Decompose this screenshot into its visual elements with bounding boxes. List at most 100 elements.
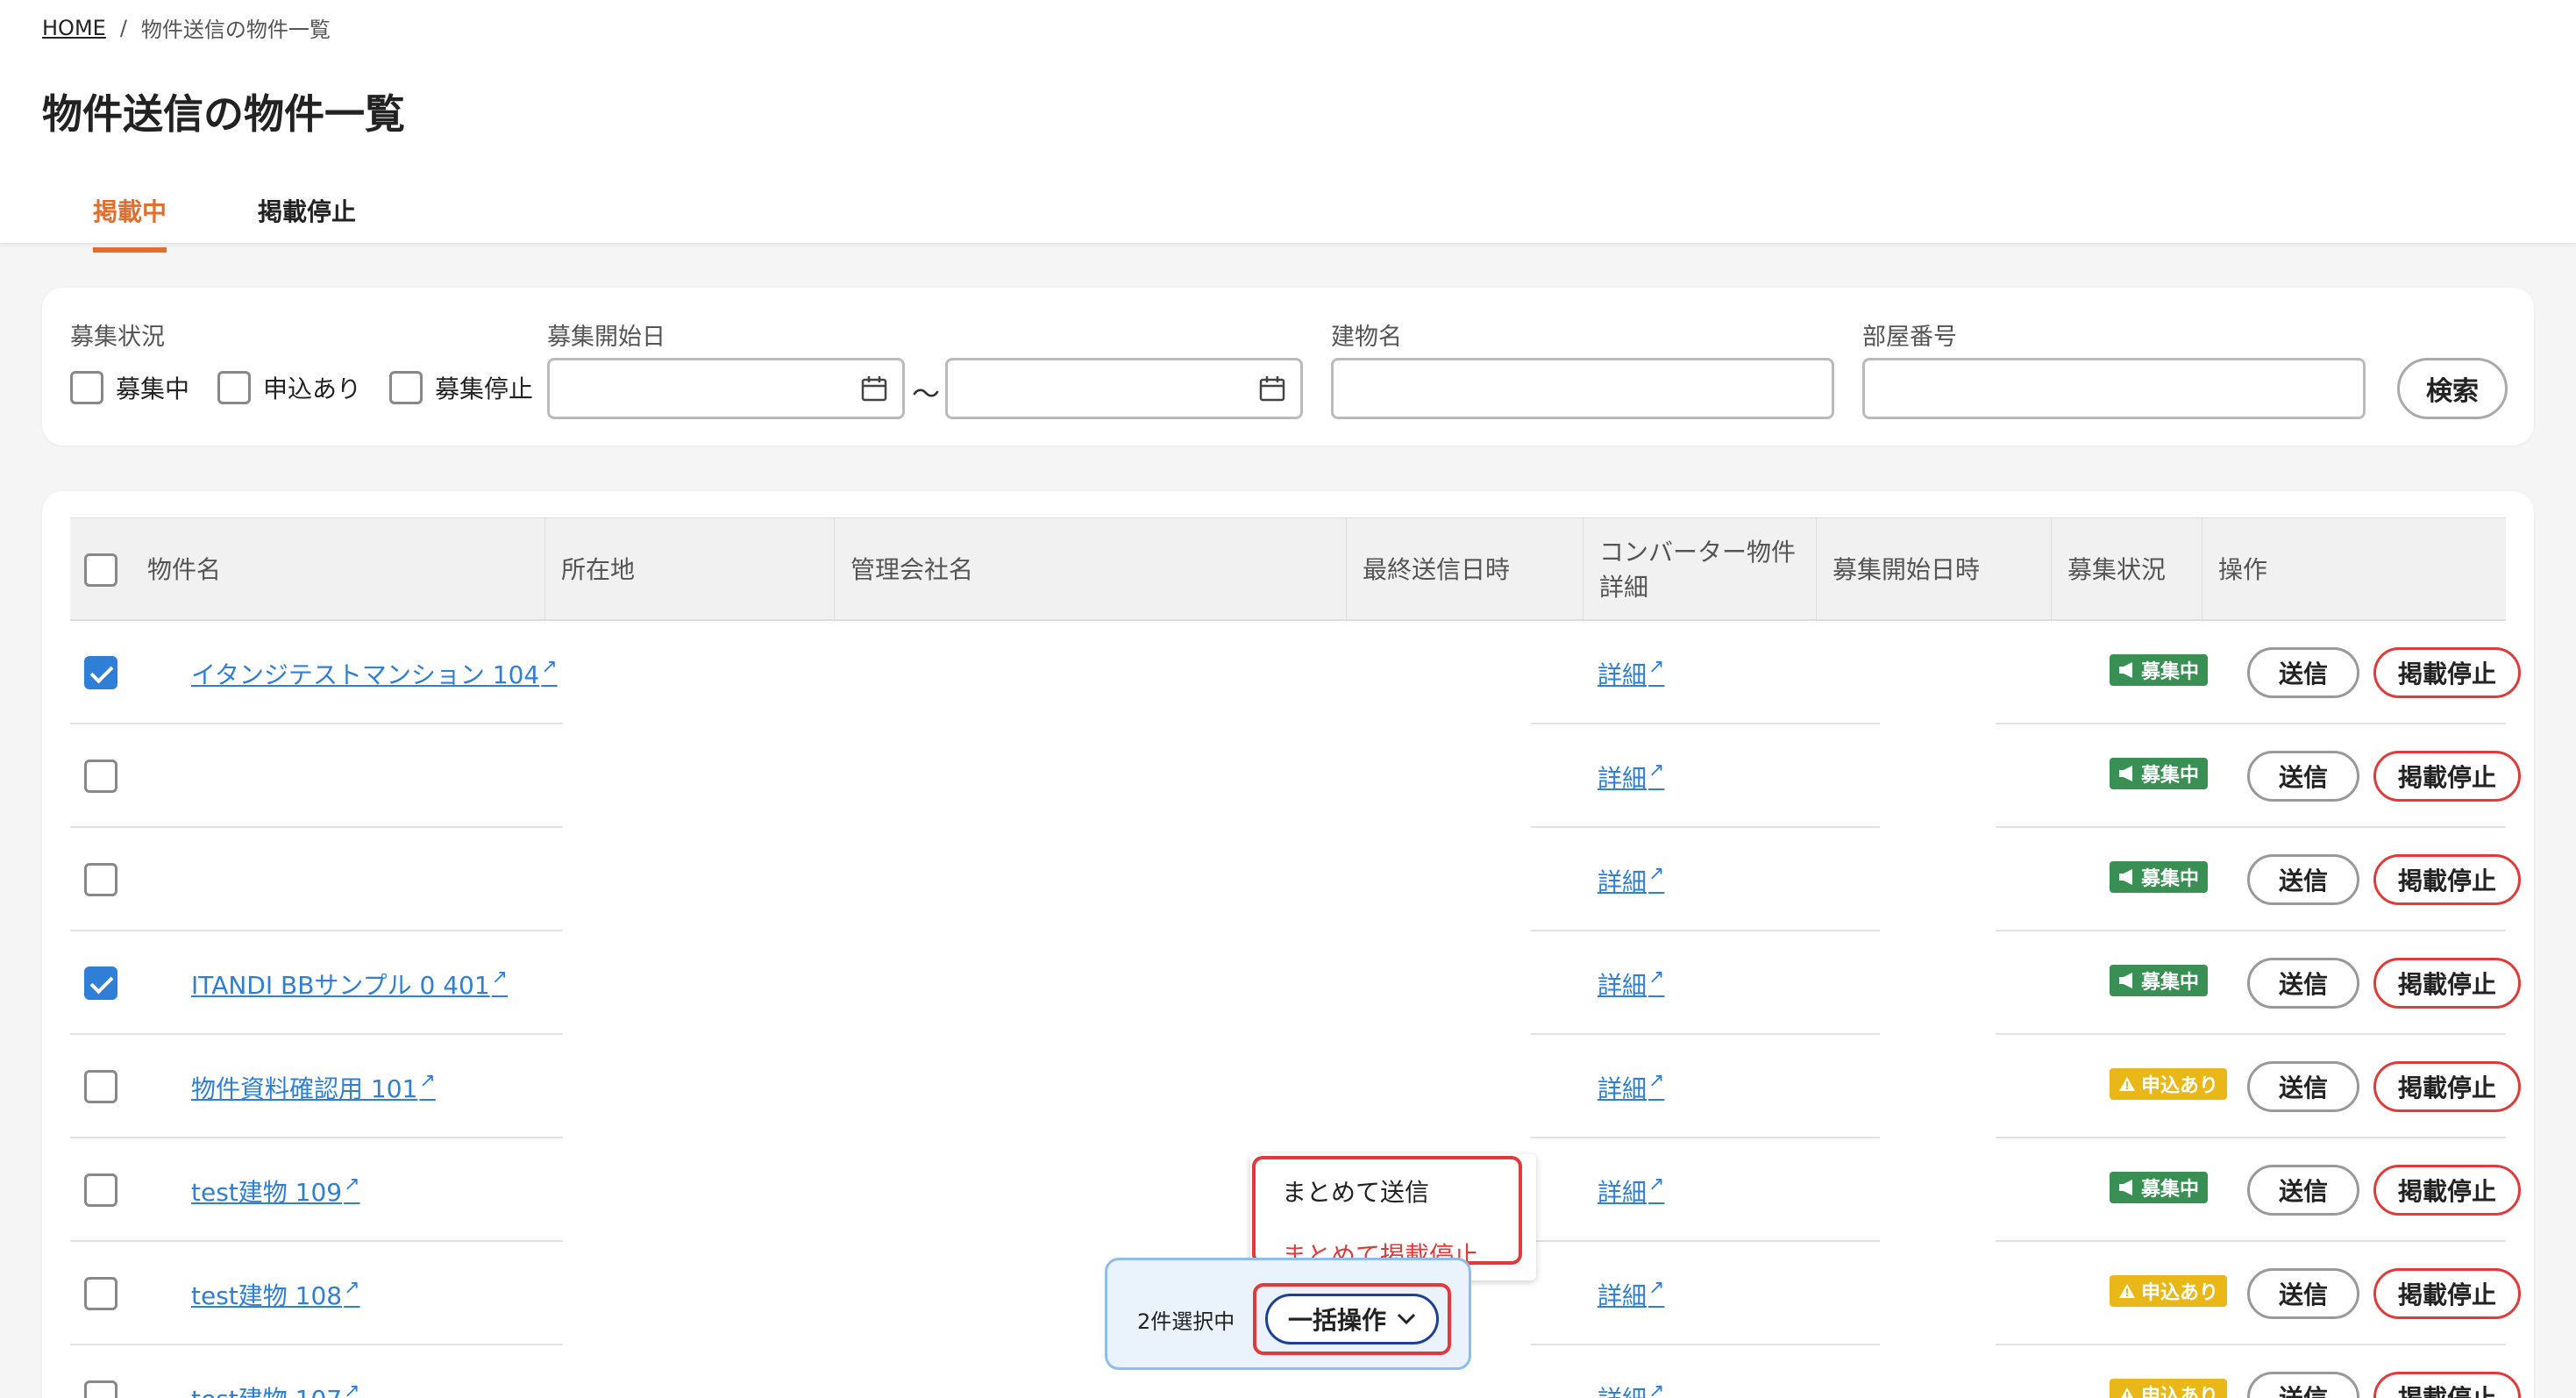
converter-detail-link[interactable]: 詳細↗ (1598, 966, 1664, 1002)
external-link-icon: ↗ (419, 1070, 436, 1092)
row-checkbox[interactable] (84, 1070, 117, 1103)
megaphone-icon (2119, 766, 2132, 781)
row-checkbox[interactable] (84, 1277, 117, 1310)
send-button[interactable]: 送信 (2247, 647, 2359, 698)
unpublish-button[interactable]: 掲載停止 (2373, 647, 2521, 698)
row-checkbox[interactable] (84, 1173, 117, 1207)
external-link-icon: ↗ (344, 1173, 360, 1195)
send-button[interactable]: 送信 (2247, 1372, 2359, 1398)
detail-text: 詳細 (1598, 971, 1647, 1000)
breadcrumb-home-link[interactable]: HOME (42, 16, 106, 40)
column-header-start-date: 募集開始日時 (1817, 518, 2052, 622)
property-name-link[interactable]: test建物 108↗ (191, 1277, 360, 1312)
converter-detail-link[interactable]: 詳細↗ (1598, 1070, 1664, 1105)
external-link-icon: ↗ (1648, 863, 1665, 885)
send-button[interactable]: 送信 (2247, 1165, 2359, 1216)
row-checkbox[interactable] (84, 760, 117, 793)
status-badge-text: 申込あり (2141, 1282, 2219, 1304)
room-number-input[interactable] (1862, 358, 2366, 419)
warning-icon (2119, 1284, 2135, 1298)
status-checkbox-group: 募集中 申込あり 募集停止 (70, 370, 549, 405)
status-option-recruiting[interactable]: 募集中 (70, 370, 189, 405)
column-header-management-company: 管理会社名 (835, 518, 1347, 622)
status-badge: 申込あり (2110, 1068, 2228, 1100)
property-name-text: test建物 109 (191, 1178, 343, 1207)
unpublish-button[interactable]: 掲載停止 (2373, 751, 2521, 802)
property-name-link[interactable]: test建物 109↗ (191, 1173, 360, 1209)
unpublish-button[interactable]: 掲載停止 (2373, 1061, 2521, 1112)
page-title: 物件送信の物件一覧 (42, 90, 405, 138)
start-date-from-input[interactable] (547, 358, 905, 419)
checkbox-label: 募集停止 (435, 374, 534, 403)
converter-detail-link[interactable]: 詳細↗ (1598, 863, 1664, 898)
status-option-applied[interactable]: 申込あり (217, 370, 361, 405)
detail-text: 詳細 (1598, 660, 1647, 689)
property-name-link[interactable]: 物件資料確認用 101↗ (191, 1070, 436, 1105)
status-badge-text: 募集中 (2141, 972, 2200, 994)
megaphone-icon (2119, 662, 2132, 678)
external-link-icon: ↗ (1648, 1380, 1665, 1398)
send-button[interactable]: 送信 (2247, 854, 2359, 905)
send-button[interactable]: 送信 (2247, 751, 2359, 802)
table-row: ITANDI BBサンプル 0 401↗ 詳細↗ 募集中 送信 掲載停止 (70, 931, 2521, 1035)
status-badge: 募集中 (2110, 654, 2209, 686)
megaphone-icon (2119, 869, 2132, 885)
warning-icon (2121, 1387, 2133, 1398)
breadcrumb-current: 物件送信の物件一覧 (140, 18, 331, 42)
checkbox[interactable] (70, 371, 103, 404)
detail-text: 詳細 (1598, 1074, 1647, 1103)
converter-detail-link[interactable]: 詳細↗ (1598, 1380, 1664, 1398)
unpublish-button[interactable]: 掲載停止 (2373, 1372, 2521, 1398)
tab-unpublished[interactable]: 掲載停止 (258, 193, 356, 253)
unpublish-button[interactable]: 掲載停止 (2373, 854, 2521, 905)
unpublish-button[interactable]: 掲載停止 (2373, 1268, 2521, 1319)
search-button[interactable]: 検索 (2397, 358, 2508, 419)
row-checkbox[interactable] (84, 656, 117, 689)
column-header-name: 物件名 (132, 518, 545, 622)
send-button[interactable]: 送信 (2247, 1268, 2359, 1319)
detail-text: 詳細 (1598, 764, 1647, 793)
unpublish-button[interactable]: 掲載停止 (2373, 1165, 2521, 1216)
bulk-action-button[interactable]: 一括操作 (1265, 1294, 1439, 1345)
column-header-status: 募集状況 (2052, 518, 2202, 622)
start-date-label: 募集開始日 (547, 324, 665, 351)
converter-detail-link[interactable]: 詳細↗ (1598, 1173, 1664, 1209)
bulk-button-highlight-outline: 一括操作 (1253, 1283, 1451, 1355)
external-link-icon: ↗ (1648, 656, 1665, 678)
select-all-checkbox[interactable] (84, 553, 117, 587)
property-name-link[interactable]: test建物 107↗ (191, 1380, 360, 1398)
bulk-action-bar: 2件選択中 一括操作 (1105, 1258, 1471, 1370)
property-name-link[interactable]: イタンジテストマンション 104↗ (191, 656, 558, 691)
converter-detail-link[interactable]: 詳細↗ (1598, 760, 1664, 795)
property-name-link[interactable]: ITANDI BBサンプル 0 401↗ (191, 966, 508, 1002)
external-link-icon: ↗ (1648, 1277, 1665, 1299)
date-range-separator: 〜 (912, 377, 941, 410)
property-name-text: test建物 107 (191, 1385, 342, 1398)
status-badge: 申込あり (2110, 1379, 2228, 1398)
status-badge-text: 募集中 (2141, 868, 2200, 890)
calendar-icon[interactable] (1258, 374, 1286, 403)
start-date-to-input[interactable] (945, 358, 1303, 419)
status-option-stopped[interactable]: 募集停止 (389, 370, 533, 405)
megaphone-icon (2119, 973, 2132, 988)
building-name-input[interactable] (1331, 358, 1834, 419)
converter-detail-link[interactable]: 詳細↗ (1598, 1277, 1664, 1312)
send-button[interactable]: 送信 (2247, 1061, 2359, 1112)
send-button[interactable]: 送信 (2247, 958, 2359, 1009)
calendar-icon[interactable] (860, 374, 888, 403)
row-checkbox[interactable] (84, 966, 117, 1000)
row-checkbox[interactable] (84, 863, 117, 896)
column-header-address: 所在地 (545, 518, 835, 622)
property-name-text: イタンジテストマンション 104 (191, 660, 540, 689)
selected-count: 2件選択中 (1137, 1309, 1235, 1334)
converter-detail-link[interactable]: 詳細↗ (1598, 656, 1664, 691)
unpublish-button[interactable]: 掲載停止 (2373, 958, 2521, 1009)
row-checkbox[interactable] (84, 1380, 117, 1398)
table-row: 物件資料確認用 101↗ 詳細↗ 申込あり 送信 掲載停止 (70, 1035, 2521, 1138)
status-badge: 申込あり (2110, 1275, 2228, 1307)
detail-text: 詳細 (1598, 867, 1647, 896)
tab-published[interactable]: 掲載中 (93, 193, 167, 253)
column-header-actions: 操作 (2218, 555, 2268, 584)
checkbox[interactable] (389, 371, 423, 404)
checkbox[interactable] (217, 371, 252, 404)
